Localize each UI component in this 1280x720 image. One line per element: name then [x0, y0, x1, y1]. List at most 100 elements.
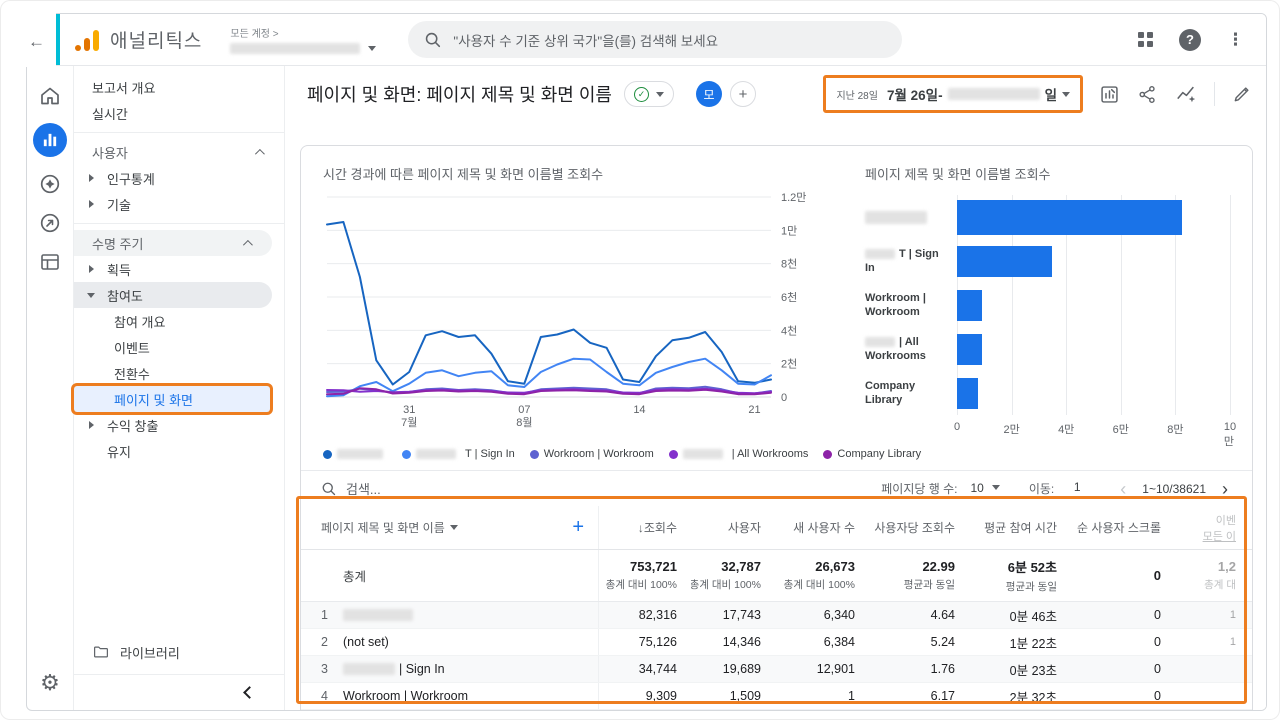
bar-row [957, 327, 1230, 371]
totals-value: 753,721 [630, 559, 677, 574]
sidebar-item-conversions[interactable]: 전환수 [74, 360, 284, 386]
cell-value: 6.17 [930, 689, 955, 703]
sidebar-item-realtime[interactable]: 실시간 [74, 100, 284, 126]
configure-icon[interactable] [38, 250, 62, 274]
metric-header-label: 사용자당 조회수 [874, 521, 955, 535]
bar-x-tick: 6만 [1112, 424, 1129, 436]
cell-value: 1,509 [729, 689, 761, 703]
analytics-logo-icon[interactable] [74, 29, 100, 51]
rows-per-page-select[interactable]: 10 [965, 480, 1003, 498]
legend-dot [823, 449, 833, 459]
customize-report-icon[interactable] [1099, 84, 1120, 105]
row-number: 4 [321, 689, 328, 703]
divider [74, 132, 284, 133]
table-row[interactable]: 3 | Sign In 34,744 19,689 12,901 1.76 0분 23초 0 [301, 656, 1252, 683]
bar-chart[interactable]: T | Sign In Workroom | Workroom | All Workroo… [865, 195, 1236, 448]
expand-arrow-icon [89, 174, 94, 182]
totals-cell: 22.99 평균과 동일 [869, 550, 969, 601]
insights-icon[interactable] [1175, 83, 1197, 105]
chevron-down-icon [991, 485, 1000, 490]
table-row[interactable]: 2 (not set) 75,126 14,346 6,384 5.24 1분 22초 0 1 [301, 629, 1252, 656]
settings-gear-icon[interactable]: ⚙ [40, 670, 60, 696]
reports-icon[interactable] [33, 123, 67, 157]
sidebar-item-reports-overview[interactable]: 보고서 개요 [74, 74, 284, 100]
totals-value: 1,2 [1217, 559, 1236, 574]
search-icon [322, 482, 336, 496]
previous-page-icon[interactable]: ‹ [1116, 480, 1130, 498]
bar-chart-title: 페이지 제목 및 화면 이름별 조회수 [865, 167, 1051, 182]
clipped-header-line2[interactable]: 모든 이 [1203, 528, 1236, 544]
sidebar-item-tech[interactable]: 기술 [74, 191, 284, 217]
line-chart[interactable]: 0 2천 4천 6천 8천 1만 1.2만 317월 078월 14 21 [323, 187, 831, 437]
collapse-sidebar-icon[interactable] [243, 686, 256, 699]
kebab-menu-icon[interactable]: ⋮ [1227, 30, 1244, 50]
add-comparison-button[interactable]: + [729, 81, 756, 107]
sidebar-item-demographics[interactable]: 인구통계 [74, 165, 284, 191]
sidebar-item-engagement-overview[interactable]: 참여 개요 [74, 308, 284, 334]
table-row[interactable]: 4 Workroom | Workroom 9,309 1,509 1 6.17 2분 32… [301, 683, 1252, 710]
table-cell: 75,126 [599, 629, 691, 655]
column-header-dimension[interactable]: 페이지 제목 및 화면 이름 + [301, 506, 599, 549]
bar-label-line: | All [865, 335, 957, 349]
bar-value-5[interactable] [957, 377, 978, 409]
bar-row [957, 371, 1230, 415]
table-cell: 0 [1071, 683, 1175, 709]
column-header-metric-2[interactable]: 사용자 [691, 506, 775, 549]
sidebar-section-lifecycle[interactable]: 수명 주기 [74, 230, 272, 256]
bar-row [957, 195, 1230, 239]
bar-value-3[interactable] [957, 289, 983, 321]
advertising-icon[interactable] [38, 211, 62, 235]
column-header-metric-3[interactable]: 새 사용자 수 [775, 506, 869, 549]
home-icon[interactable] [38, 84, 62, 108]
table-row[interactable]: 1 82,316 17,743 6,340 4.64 0분 46초 0 1 [301, 602, 1252, 629]
bar-value-1[interactable] [957, 199, 1182, 235]
column-header-metric-1[interactable]: ↓조회수 [599, 506, 691, 549]
sidebar-section-user[interactable]: 사용자 [74, 139, 284, 165]
sidebar-item-engagement[interactable]: 참여도 [74, 282, 272, 308]
share-icon[interactable] [1137, 84, 1158, 105]
audience-chip[interactable]: 모 [695, 81, 722, 107]
sidebar-item-retention[interactable]: 유지 [74, 438, 284, 464]
data-quality-badge[interactable]: ✓ [623, 81, 674, 107]
back-arrow-icon[interactable]: ← [28, 32, 45, 52]
sidebar-item-acquisition[interactable]: 획득 [74, 256, 284, 282]
bar-row [957, 239, 1230, 283]
report-body: 시간 경과에 따른 페이지 제목 및 화면 이름별 조회수 0 2천 4천 6천 8천 1… [285, 122, 1266, 710]
account-switcher[interactable]: 모든 계정 > [230, 25, 377, 54]
sidebar-item-library[interactable]: 라이브러리 [74, 638, 284, 666]
bar-value-2[interactable] [957, 245, 1052, 277]
sidebar-item-monetization[interactable]: 수익 창출 [74, 412, 284, 438]
bar-row [957, 283, 1230, 327]
dimension-header-label: 페이지 제목 및 화면 이름 [321, 521, 445, 535]
row-number: 1 [321, 608, 328, 622]
date-range-picker[interactable]: 지난 28일 7월 26일- 일 [823, 75, 1083, 113]
table-search-input[interactable]: 검색... [321, 479, 381, 498]
help-icon[interactable]: ? [1179, 28, 1201, 51]
bar-value-4[interactable] [957, 333, 982, 365]
table-cell: 1 [1175, 629, 1250, 655]
add-column-button[interactable]: + [572, 516, 584, 539]
sidebar-item-pages-screens[interactable]: 페이지 및 화면 [74, 386, 270, 412]
report-table: 페이지 제목 및 화면 이름 + ↓조회수 사용자 새 사용자 수 사용자당 조회수 평균 … [301, 506, 1252, 710]
next-page-icon[interactable]: › [1218, 480, 1232, 498]
bar-label-line: Company [865, 379, 916, 392]
explore-icon[interactable] [38, 172, 62, 196]
page-title: 페이지 및 화면: 페이지 제목 및 화면 이름 [307, 85, 612, 105]
apps-grid-icon[interactable] [1138, 32, 1153, 47]
row-name: Workroom | Workroom [343, 689, 469, 703]
column-header-metric-6[interactable]: 순 사용자 스크롤 [1071, 506, 1175, 549]
column-header-metric-4[interactable]: 사용자당 조회수 [869, 506, 969, 549]
report-nav-sidebar: 보고서 개요 실시간 사용자 인구통계 기술 수명 주기 획득 참여도 참여 개… [74, 66, 285, 710]
divider [1214, 82, 1215, 106]
cell-value: 34,744 [638, 662, 677, 676]
goto-page-input[interactable]: 1 [1062, 480, 1093, 497]
edit-pencil-icon[interactable] [1232, 84, 1252, 104]
table-cell: 5.24 [869, 629, 969, 655]
table-cell: 1분 22초 [969, 629, 1071, 655]
column-header-metric-5[interactable]: 평균 참여 시간 [969, 506, 1071, 549]
global-search-input[interactable]: "사용자 수 기준 상위 국가"을(를) 검색해 보세요 [408, 21, 903, 58]
table-cell: 6,384 [775, 629, 869, 655]
sidebar-item-events[interactable]: 이벤트 [74, 334, 284, 360]
x-axis-tick: 07 [518, 404, 530, 416]
cell-value: 6,340 [823, 608, 855, 622]
